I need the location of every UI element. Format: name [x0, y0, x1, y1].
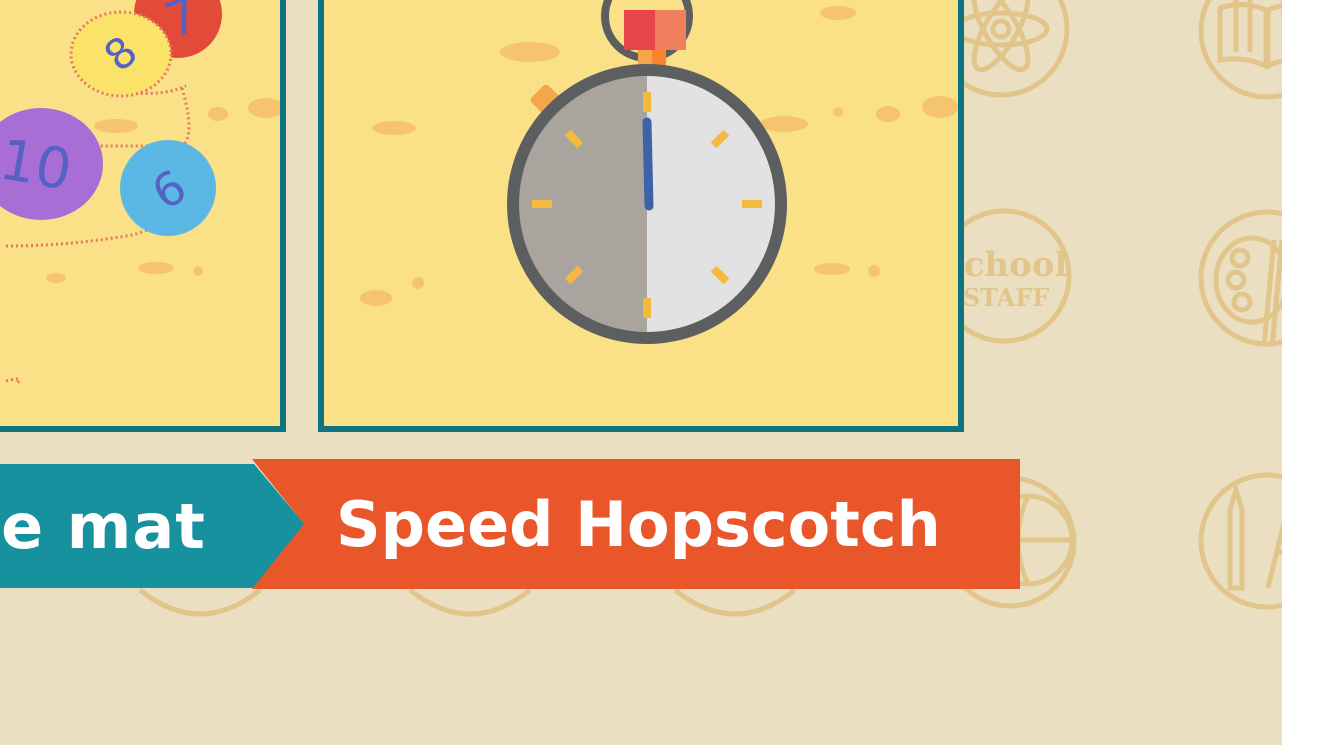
speed-hopscotch-ribbon[interactable]: Speed Hopscotch: [252, 459, 1020, 589]
book-icon: [1198, 0, 1282, 100]
stopwatch-illustration: [360, 0, 958, 344]
speed-hopscotch-panel[interactable]: [318, 0, 964, 432]
game-scene: school STAFF 7 8 10 6 e mat Speed Hopsco…: [0, 0, 1282, 745]
number-mat-panel[interactable]: 7 8 10 6: [0, 0, 286, 432]
number-10-label: 10: [0, 127, 76, 203]
school-badge-line2: STAFF: [963, 283, 1050, 312]
speed-hopscotch-label: Speed Hopscotch: [336, 487, 941, 561]
number-mat-label: ne mat: [0, 489, 206, 563]
art-palette-icon: [1198, 209, 1282, 347]
drafting-tools-icon: [1198, 472, 1282, 610]
number-mat-illustration: 7 8 10 6: [0, 0, 280, 386]
